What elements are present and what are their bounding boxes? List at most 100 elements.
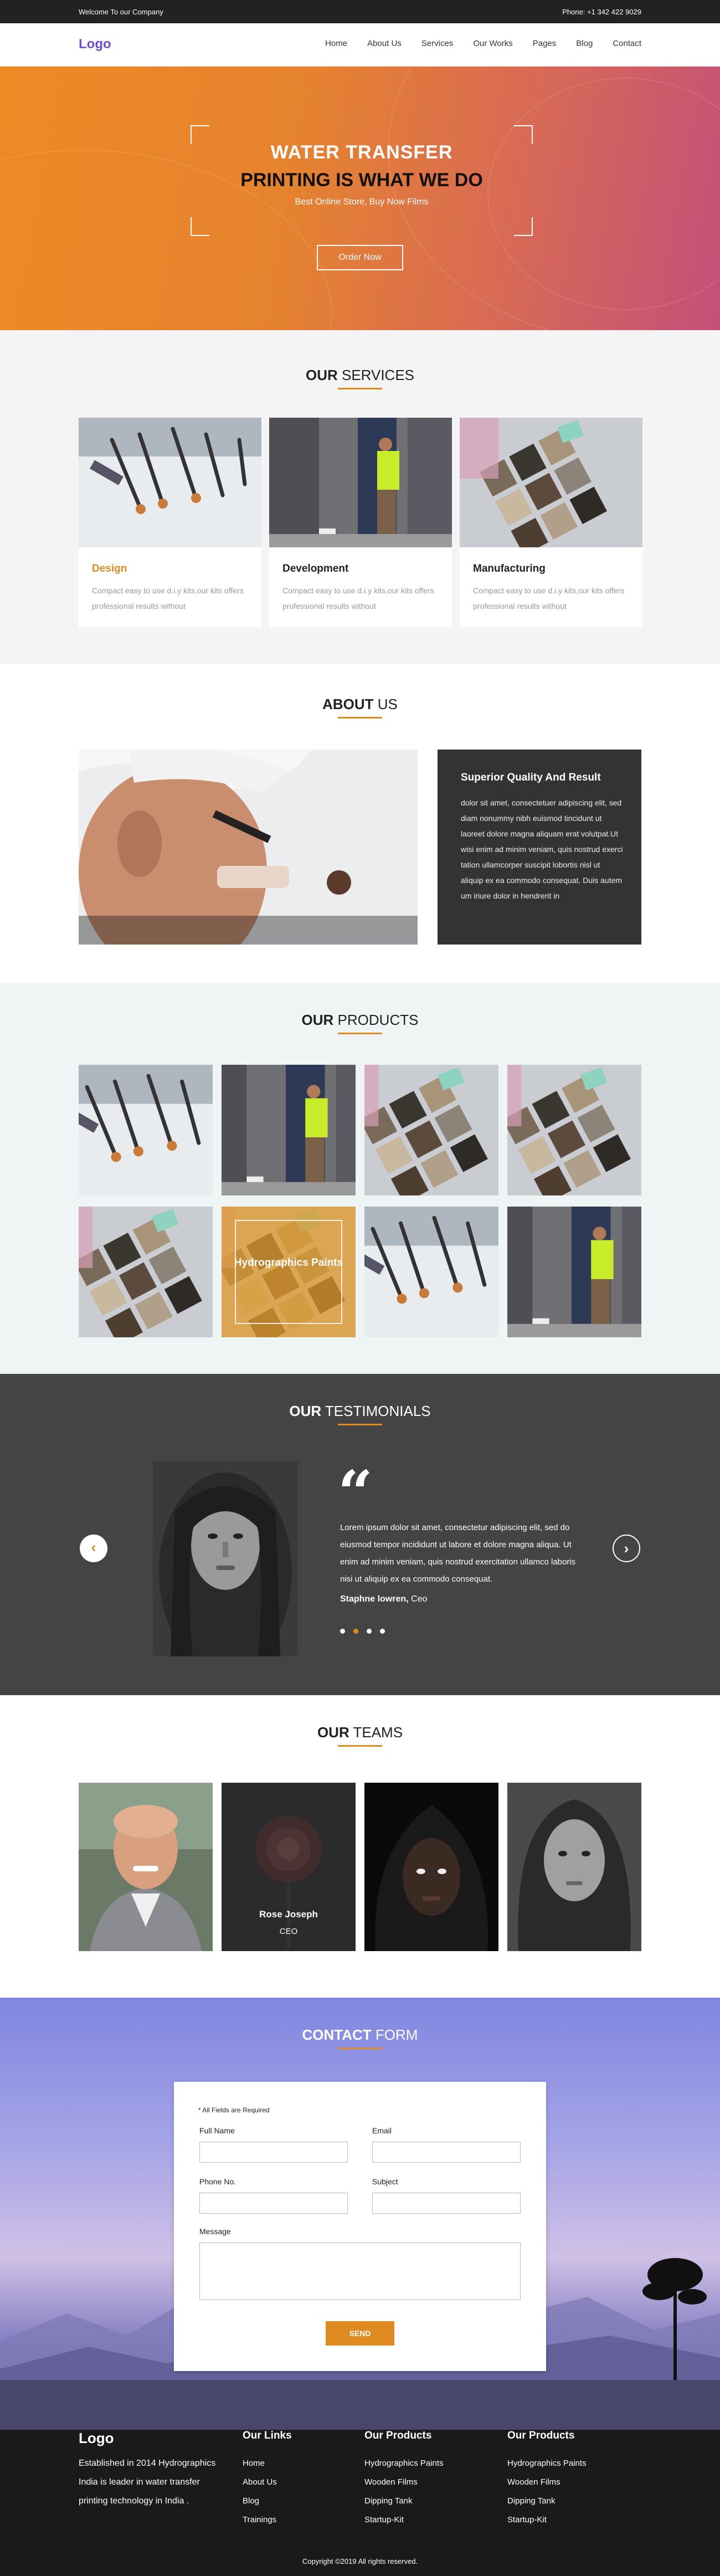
contact-title: CONTACT FORM xyxy=(302,2026,418,2043)
title-underline xyxy=(338,1033,382,1034)
about-box-text: dolor sit amet, consectetuer adipiscing … xyxy=(461,798,623,900)
subject-label: Subject xyxy=(372,2177,398,2186)
service-card-development[interactable]: Development Compact easy to use d.i.y ki… xyxy=(269,418,452,627)
phone-label: Phone No. xyxy=(199,2177,236,2186)
team-member-card[interactable] xyxy=(79,1783,213,1951)
carousel-dot[interactable] xyxy=(340,1629,345,1634)
product-tile[interactable] xyxy=(222,1065,356,1195)
nav-item-about-us[interactable]: About Us xyxy=(367,39,402,48)
testimonials-title: OUR TESTIMONIALS xyxy=(289,1403,431,1419)
subject-field[interactable] xyxy=(372,2193,521,2214)
product-tile[interactable] xyxy=(507,1207,641,1337)
title-underline xyxy=(338,388,382,389)
nav-item-services[interactable]: Services xyxy=(421,39,454,48)
service-title: Design xyxy=(92,563,127,574)
product-tile[interactable] xyxy=(364,1065,498,1195)
footer-link[interactable]: About Us xyxy=(243,2473,292,2492)
service-image xyxy=(269,418,452,547)
message-field[interactable] xyxy=(199,2243,521,2300)
footer-logo[interactable]: Logo xyxy=(79,2430,114,2447)
product-hover-label: Hydrographics Paints xyxy=(234,1257,343,1269)
testimonial-text: Lorem ipsum dolor sit amet, consectetur … xyxy=(340,1523,576,1584)
title-underline xyxy=(338,1424,382,1425)
footer-link[interactable]: Home xyxy=(243,2454,292,2473)
order-now-button[interactable]: Order Now xyxy=(317,245,403,270)
footer-link[interactable]: Hydrographics Paints xyxy=(364,2454,444,2473)
footer-link[interactable]: Dipping Tank xyxy=(507,2492,587,2511)
footer-link[interactable]: Dipping Tank xyxy=(364,2492,444,2511)
send-button[interactable]: SEND xyxy=(326,2321,394,2346)
product-tile[interactable] xyxy=(507,1065,641,1195)
product-tile[interactable] xyxy=(364,1207,498,1337)
footer-column-heading: Our Links xyxy=(243,2430,292,2441)
hover-frame xyxy=(235,1220,342,1324)
carousel-dot[interactable] xyxy=(367,1629,372,1634)
nav-item-blog[interactable]: Blog xyxy=(576,39,593,48)
title-underline xyxy=(338,2048,382,2049)
team-member-card-featured[interactable]: Rose Joseph CEO xyxy=(222,1783,356,1951)
copyright-text: Copyright ©2019 All rights reserved. xyxy=(302,2557,418,2565)
nav-item-home[interactable]: Home xyxy=(325,39,347,48)
about-section: ABOUT US Superior Quality And Result dol… xyxy=(0,664,720,983)
footer-link[interactable]: Startup-Kit xyxy=(364,2511,444,2529)
testimonials-section: OUR TESTIMONIALS ‹ › “ Lorem ipsum dolor… xyxy=(0,1374,720,1695)
hero-title-line1: WATER TRANSFER xyxy=(270,142,453,163)
required-note: * All Fields are Required xyxy=(198,2106,270,2114)
about-title: ABOUT US xyxy=(322,696,398,712)
team-member-name: Rose Joseph xyxy=(259,1909,318,1920)
testimonial-author: Staphne lowren, Ceo xyxy=(340,1594,428,1604)
quote-icon: “ xyxy=(338,1457,373,1528)
contact-section: CONTACT FORM * All Fields are Required F… xyxy=(0,1998,720,2430)
footer-products-column-2: Our Products Hydrographics Paints Wooden… xyxy=(507,2430,587,2529)
testimonial-avatar xyxy=(153,1461,298,1656)
footer-column-heading: Our Products xyxy=(364,2430,432,2441)
site-logo[interactable]: Logo xyxy=(79,37,111,52)
hero-banner: WATER TRANSFER PRINTING IS WHAT WE DO Be… xyxy=(0,66,720,330)
footer-column-heading: Our Products xyxy=(507,2430,575,2441)
service-title: Development xyxy=(282,563,349,574)
team-member-card[interactable] xyxy=(364,1783,498,1951)
footer-link[interactable]: Wooden Films xyxy=(364,2473,444,2492)
footer-link[interactable]: Blog xyxy=(243,2492,292,2511)
product-tile[interactable] xyxy=(79,1207,213,1337)
product-tile-hovered[interactable]: Hydrographics Paints xyxy=(222,1207,356,1337)
footer-about-text: Established in 2014 Hydrographics India … xyxy=(79,2459,216,2506)
frame-corner xyxy=(514,217,533,236)
service-card-manufacturing[interactable]: Manufacturing Compact easy to use d.i.y … xyxy=(460,418,642,627)
carousel-dot-active[interactable] xyxy=(353,1629,358,1634)
full-name-field[interactable] xyxy=(199,2142,348,2163)
footer-link[interactable]: Wooden Films xyxy=(507,2473,587,2492)
products-title: OUR PRODUCTS xyxy=(301,1012,419,1028)
nav-item-pages[interactable]: Pages xyxy=(533,39,557,48)
nav-item-our-works[interactable]: Our Works xyxy=(473,39,512,48)
title-underline xyxy=(338,717,382,719)
hero-frame: WATER TRANSFER PRINTING IS WHAT WE DO Be… xyxy=(191,125,533,236)
nav-item-contact[interactable]: Contact xyxy=(613,39,641,48)
about-info-box: Superior Quality And Result dolor sit am… xyxy=(438,750,641,945)
title-underline xyxy=(338,1745,382,1747)
contact-form: * All Fields are Required Full Name Emai… xyxy=(174,2082,546,2371)
phone-text[interactable]: Phone: +1 342 422 9029 xyxy=(562,8,641,16)
carousel-dot[interactable] xyxy=(380,1629,385,1634)
nav-menu: Home About Us Services Our Works Pages B… xyxy=(305,39,641,48)
frame-corner xyxy=(514,125,533,144)
welcome-text: Welcome To our Company xyxy=(79,8,163,16)
email-field[interactable] xyxy=(372,2142,521,2163)
frame-corner xyxy=(191,217,209,236)
frame-corner xyxy=(191,125,209,144)
hero-title-line2: PRINTING IS WHAT WE DO xyxy=(240,170,483,191)
product-tile[interactable] xyxy=(79,1065,213,1195)
team-member-card[interactable] xyxy=(507,1783,641,1951)
service-desc: Compact easy to use d.i.y kits,our kits … xyxy=(473,586,625,610)
footer-link[interactable]: Hydrographics Paints xyxy=(507,2454,587,2473)
testimonial-next-arrow[interactable]: › xyxy=(613,1535,640,1562)
footer-products-column: Our Products Hydrographics Paints Wooden… xyxy=(364,2430,444,2529)
service-desc: Compact easy to use d.i.y kits,our kits … xyxy=(282,586,434,610)
about-box-title: Superior Quality And Result xyxy=(461,772,601,783)
footer-link[interactable]: Trainings xyxy=(243,2511,292,2529)
footer-link[interactable]: Startup-Kit xyxy=(507,2511,587,2529)
footer-links-column: Our Links Home About Us Blog Trainings xyxy=(243,2430,292,2529)
service-card-design[interactable]: Design Compact easy to use d.i.y kits,ou… xyxy=(79,418,261,627)
testimonial-prev-arrow[interactable]: ‹ xyxy=(80,1535,107,1562)
phone-field[interactable] xyxy=(199,2193,348,2214)
